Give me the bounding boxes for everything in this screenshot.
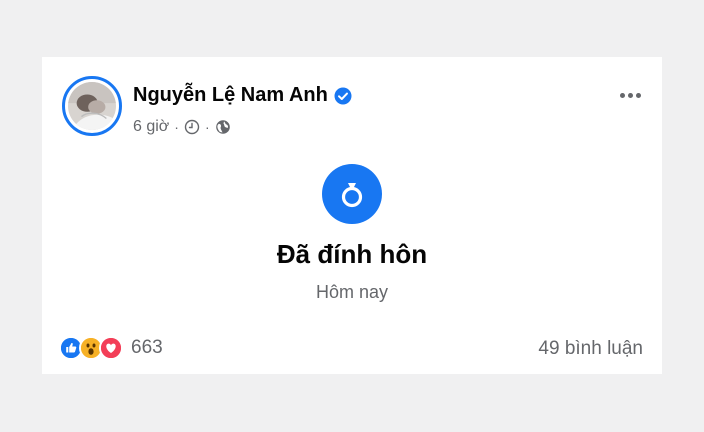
life-event-title: Đã đính hôn bbox=[276, 239, 428, 269]
more-dot bbox=[619, 92, 625, 98]
clock-icon bbox=[184, 119, 200, 135]
ring-icon bbox=[322, 164, 382, 224]
reactions-summary[interactable]: 663 bbox=[59, 336, 163, 360]
more-dot bbox=[627, 92, 633, 98]
meta-separator: · bbox=[174, 119, 179, 135]
meta-separator: · bbox=[204, 119, 210, 135]
life-event-date: Hôm nay bbox=[315, 282, 389, 302]
more-dot bbox=[635, 92, 641, 98]
post-card: Nguyễn Lệ Nam Anh 6 giờ · · Đã đính hôn … bbox=[42, 57, 662, 374]
author-name[interactable]: Nguyễn Lệ Nam Anh bbox=[133, 84, 328, 107]
comments-count-link[interactable]: 49 bình luận bbox=[538, 338, 643, 360]
author-row: Nguyễn Lệ Nam Anh bbox=[133, 84, 352, 107]
love-icon bbox=[99, 336, 123, 360]
globe-icon[interactable] bbox=[215, 119, 231, 135]
reaction-count: 663 bbox=[131, 337, 163, 358]
avatar[interactable] bbox=[62, 76, 122, 136]
verified-badge-icon bbox=[334, 87, 352, 105]
post-meta: 6 giờ · · bbox=[133, 118, 231, 136]
more-options-icon[interactable] bbox=[616, 85, 644, 105]
post-time[interactable]: 6 giờ bbox=[133, 118, 169, 136]
avatar-photo bbox=[68, 82, 116, 130]
